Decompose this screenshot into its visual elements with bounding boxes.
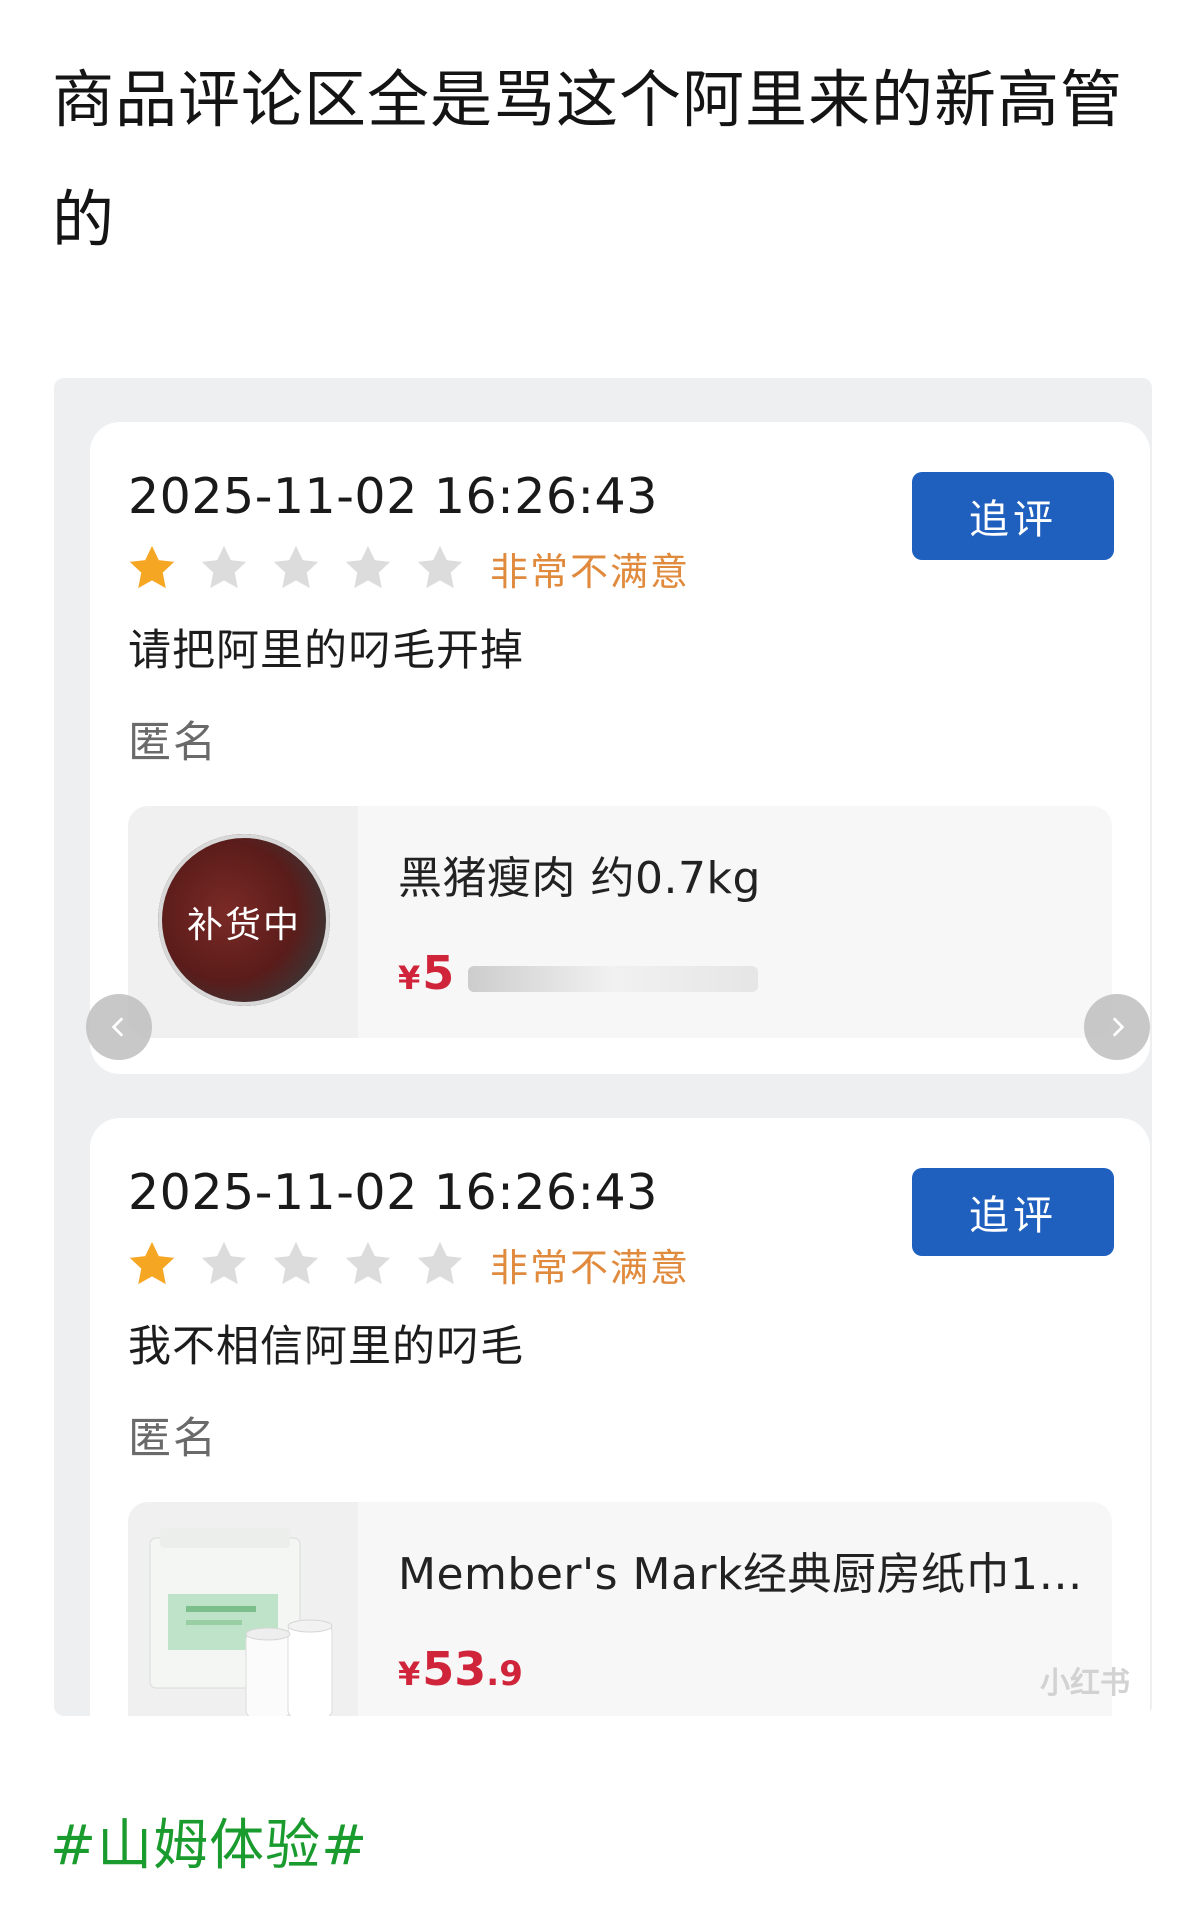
- star-empty-icon: [273, 545, 319, 589]
- restock-badge: 补货中: [186, 905, 301, 946]
- chevron-left-icon: [111, 1017, 124, 1037]
- star-empty-icon: [345, 545, 391, 589]
- carousel-prev-button[interactable]: [86, 994, 152, 1060]
- star-filled-icon: [129, 1241, 175, 1285]
- star-filled-icon: [129, 545, 175, 589]
- meat-thumbnail-image: 补货中: [158, 834, 330, 1006]
- watermark-logo: 小红书: [1040, 1666, 1130, 1701]
- product-price: ¥53.9: [398, 1642, 523, 1696]
- price-blur-redaction: [468, 966, 758, 992]
- price-main: 53: [422, 1642, 487, 1696]
- post-title: 商品评论区全是骂这个阿里来的新高管的: [52, 63, 1124, 256]
- price-decimal: .9: [486, 1654, 523, 1694]
- product-name: 黑猪瘦肉 约0.7kg: [398, 853, 761, 904]
- star-empty-icon: [417, 1241, 463, 1285]
- product-name: Member's Mark经典厨房纸巾1…: [398, 1549, 1083, 1600]
- currency-symbol: ¥: [398, 1655, 421, 1693]
- star-empty-icon: [201, 545, 247, 589]
- chevron-right-icon: [1112, 1017, 1125, 1037]
- star-empty-icon: [345, 1241, 391, 1285]
- review-card: 2025-11-02 16:26:43 追评 非常不满意 我不相信阿里的叼毛 匿…: [90, 1118, 1150, 1716]
- paper-towel-thumbnail-image: [149, 1528, 333, 1716]
- product-card[interactable]: 补货中 黑猪瘦肉 约0.7kg ¥5: [128, 806, 1112, 1038]
- review-card: 2025-11-02 16:26:43 追评 非常不满意 请把阿里的叼毛开掉 匿…: [90, 422, 1150, 1074]
- star-empty-icon: [273, 1241, 319, 1285]
- product-card[interactable]: Member's Mark经典厨房纸巾1… ¥53.9: [128, 1502, 1112, 1716]
- review-text: 我不相信阿里的叼毛: [128, 1322, 524, 1372]
- review-timestamp: 2025-11-02 16:26:43: [128, 1164, 658, 1221]
- product-thumbnail: [128, 1502, 358, 1716]
- currency-symbol: ¥: [398, 959, 421, 997]
- price-value: 5: [422, 946, 455, 1000]
- product-price: ¥5: [398, 946, 454, 1000]
- star-empty-icon: [201, 1241, 247, 1285]
- review-author: 匿名: [128, 718, 218, 768]
- carousel-next-button[interactable]: [1084, 994, 1150, 1060]
- star-rating: 非常不满意: [124, 1236, 690, 1292]
- rating-label: 非常不满意: [490, 549, 691, 594]
- embedded-screenshot: 2025-11-02 16:26:43 追评 非常不满意 请把阿里的叼毛开掉 匿…: [54, 378, 1152, 1716]
- rating-label: 非常不满意: [490, 1245, 691, 1290]
- review-author: 匿名: [128, 1414, 218, 1464]
- star-empty-icon: [417, 545, 463, 589]
- review-text: 请把阿里的叼毛开掉: [128, 626, 524, 676]
- hashtag-link[interactable]: #山姆体验#: [50, 1800, 368, 1880]
- star-rating: 非常不满意: [124, 540, 690, 596]
- product-thumbnail: 补货中: [128, 806, 358, 1038]
- review-timestamp: 2025-11-02 16:26:43: [128, 468, 658, 525]
- follow-up-review-button[interactable]: 追评: [912, 472, 1114, 560]
- follow-up-review-button[interactable]: 追评: [912, 1168, 1114, 1256]
